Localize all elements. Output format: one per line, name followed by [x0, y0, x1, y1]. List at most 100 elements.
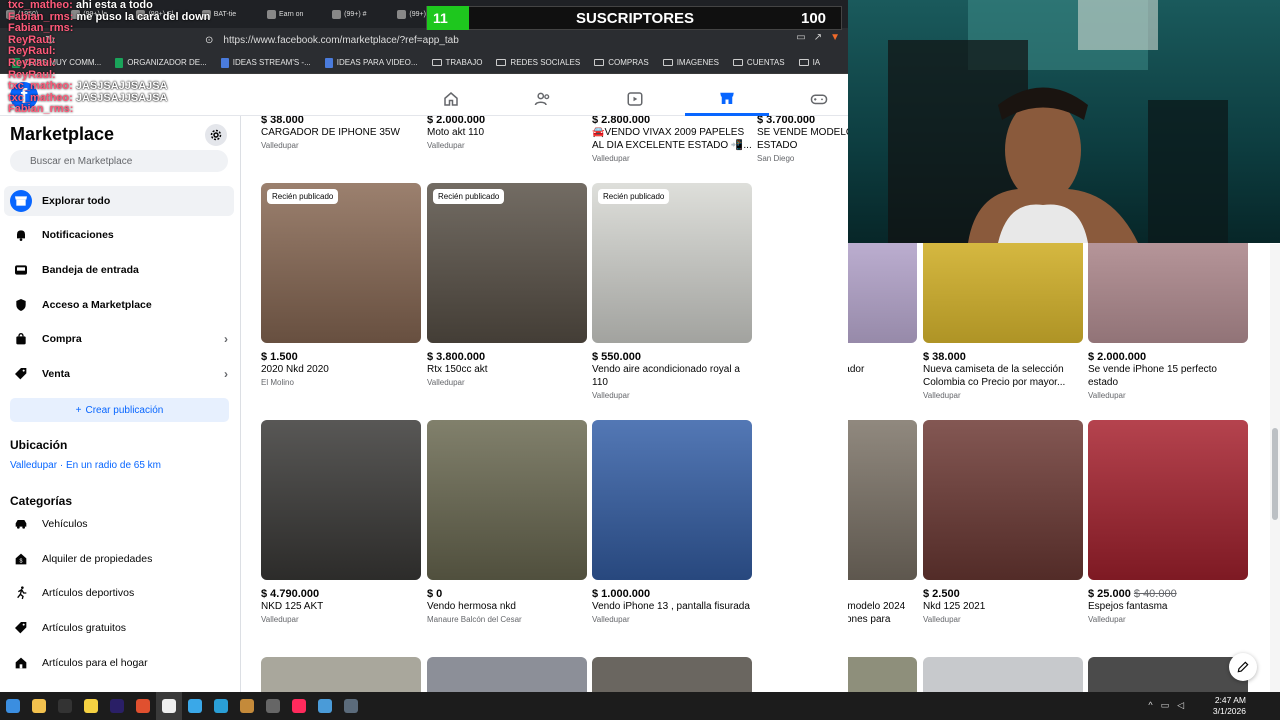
bookmark-item[interactable]: REDES SOCIALES	[496, 58, 580, 67]
price-value: $ 550.000	[592, 351, 641, 363]
listing-photo[interactable]: Recién publicado	[592, 183, 752, 343]
listing-location: Valledupar	[1088, 391, 1126, 400]
taskbar-app-glyph	[188, 699, 202, 713]
listing-location: Manaure Balcón del Cesar	[427, 615, 522, 624]
listing-title: Se vende AKT NKD modelo 2024 en perfecta…	[848, 601, 906, 625]
settings-icon[interactable]	[338, 692, 364, 720]
taskbar-app-glyph	[162, 699, 176, 713]
sidebar-item-label: Compra	[42, 333, 82, 345]
listing-card[interactable]: $ 123.456.789Se vende AKT NKD modelo 202…	[848, 420, 917, 650]
listing-card[interactable]: $ 0 Vendo hermosa nkd Manaure Balcón del C…	[427, 420, 587, 624]
network-icon[interactable]: ▭	[1161, 700, 1170, 711]
create-listing-button[interactable]: + Crear publicación	[10, 398, 229, 422]
cast-icon[interactable]: ▭	[796, 32, 805, 43]
bookmark-item[interactable]: TRABAJO	[431, 58, 482, 67]
browser-icon[interactable]	[312, 692, 338, 720]
sidebar-item-bandeja-de-entrada[interactable]: Bandeja de entrada	[4, 255, 234, 285]
nav-marketplace-icon[interactable]	[685, 82, 769, 116]
windows-start-icon[interactable]	[0, 692, 26, 720]
listing-photo[interactable]	[923, 657, 1083, 692]
listing-photo[interactable]	[848, 420, 917, 580]
bookmark-item[interactable]: IA	[798, 58, 820, 67]
listing-card[interactable]: $ 38.000 Nueva camiseta de la selección C…	[923, 243, 1083, 400]
category-item[interactable]: Artículos gratuitos	[4, 613, 234, 643]
brave-icon[interactable]	[130, 692, 156, 720]
sidebar-item-compra[interactable]: Compra ›	[4, 324, 234, 354]
bookmark-item[interactable]: COMPRAS	[594, 58, 649, 67]
share-icon[interactable]: ↗	[814, 32, 822, 43]
listing-card[interactable]: $ 3.700.000SE VENDE MODELO BUEN ESTADO Sa…	[757, 116, 848, 163]
listing-photo[interactable]	[427, 420, 587, 580]
listing-card[interactable]: $ 25.000 $ 40.000 Espejos fantasma Valledu…	[1088, 420, 1248, 624]
listing-photo[interactable]	[1088, 420, 1248, 580]
listing-photo[interactable]	[923, 243, 1083, 343]
capcut-icon[interactable]	[260, 692, 286, 720]
listing-photo[interactable]	[261, 657, 421, 692]
gift-tag-icon	[10, 617, 32, 639]
listing-photo[interactable]	[592, 657, 752, 692]
notepad-icon[interactable]	[182, 692, 208, 720]
listing-photo[interactable]	[848, 243, 917, 343]
bookmark-item[interactable]: IDEAS PARA VIDEO...	[324, 57, 418, 68]
listing-card[interactable]: $ 22.000Protectores de cargador Valledupa…	[848, 243, 917, 387]
browser-tab[interactable]: (99+) #	[326, 0, 391, 28]
taskbar-clock[interactable]: 2:47 AM 3/1/2026	[1213, 695, 1246, 717]
premiere-icon[interactable]	[104, 692, 130, 720]
url-field[interactable]: ⊙ https://www.facebook.com/marketplace/?…	[205, 32, 765, 48]
listing-photo[interactable]	[592, 420, 752, 580]
listing-card[interactable]: $ 2.000.000 Moto akt 110 Valledupar	[427, 116, 587, 150]
listing-photo[interactable]	[1088, 657, 1248, 692]
category-item[interactable]: Artículos deportivos	[4, 578, 234, 608]
listing-card[interactable]: Recién publicado $ 1.500 2020 Nkd 2020 El M…	[261, 183, 421, 387]
plus-icon: +	[75, 404, 82, 416]
listing-photo[interactable]	[848, 657, 917, 692]
category-item[interactable]: Vehículos	[4, 509, 234, 539]
chevron-up-icon[interactable]: ^	[1148, 700, 1152, 711]
listing-card[interactable]: $ 1.000.000 Vendo iPhone 13 , pantalla fi…	[592, 420, 752, 624]
tab-title: Earn on	[278, 10, 304, 18]
scrollbar-thumb[interactable]	[1272, 428, 1278, 520]
listing-photo[interactable]	[261, 420, 421, 580]
listing-photo[interactable]	[923, 420, 1083, 580]
bookmark-item[interactable]: IMAGENES	[662, 58, 719, 67]
volume-icon[interactable]: ◁	[1177, 700, 1184, 711]
marketplace-search-input[interactable]: Buscar en Marketplace	[10, 150, 228, 172]
listing-card[interactable]: $ 38.000 CARGADOR DE IPHONE 35W Valledupar	[261, 116, 421, 150]
app-icon[interactable]	[208, 692, 234, 720]
listing-price: $ 3.800.000	[427, 351, 587, 363]
sidebar-item-acceso-a-marketplace[interactable]: Acceso a Marketplace	[4, 290, 234, 320]
compose-message-button[interactable]	[1229, 653, 1257, 681]
shield-icon[interactable]: ▼	[830, 32, 840, 43]
category-item[interactable]: $ Alquiler de propiedades	[4, 544, 234, 574]
tiktok-icon[interactable]	[286, 692, 312, 720]
nav-friends-icon[interactable]	[501, 82, 585, 116]
location-filter-link[interactable]: Valledupar · En un radio de 65 km	[10, 460, 161, 471]
nav-video-icon[interactable]	[593, 82, 677, 116]
listing-card[interactable]: $ 4.790.000 NKD 125 AKT Valledupar	[261, 420, 421, 624]
nav-home-icon[interactable]	[409, 82, 493, 116]
sticky-notes-icon[interactable]	[78, 692, 104, 720]
price-value: $ 2.800.000	[592, 116, 651, 126]
settings-gear-icon[interactable]	[205, 124, 227, 146]
obs-icon[interactable]	[52, 692, 78, 720]
sidebar-item-notificaciones[interactable]: Notificaciones	[4, 220, 234, 250]
listing-card[interactable]: Recién publicado $ 550.000 Vendo aire acon…	[592, 183, 752, 400]
browser-tab[interactable]: Earn on	[261, 0, 326, 28]
page-scrollbar[interactable]	[1270, 244, 1280, 692]
system-tray: ^ ▭ ◁	[1148, 700, 1184, 711]
document-icon[interactable]	[156, 692, 182, 720]
sidebar-item-explorar-todo[interactable]: Explorar todo	[4, 186, 234, 216]
listing-card[interactable]: $ 2.800.000 🚘VENDO VIVAX 2009 PAPELES AL …	[592, 116, 752, 163]
package-icon[interactable]	[234, 692, 260, 720]
listing-card[interactable]: $ 2.500 Nkd 125 2021 Valledupar	[923, 420, 1083, 624]
bookmark-item[interactable]: CUENTAS	[732, 58, 785, 67]
listing-photo[interactable]	[1088, 243, 1248, 343]
sidebar-item-venta[interactable]: Venta ›	[4, 359, 234, 389]
listing-photo[interactable]: Recién publicado	[261, 183, 421, 343]
file-explorer-icon[interactable]	[26, 692, 52, 720]
listing-photo[interactable]: Recién publicado	[427, 183, 587, 343]
listing-card[interactable]: $ 2.000.000 Se vende iPhone 15 perfecto e…	[1088, 243, 1248, 400]
category-item[interactable]: Artículos para el hogar	[4, 648, 234, 678]
listing-photo[interactable]	[427, 657, 587, 692]
listing-card[interactable]: Recién publicado $ 3.800.000 Rtx 150cc akt…	[427, 183, 587, 387]
